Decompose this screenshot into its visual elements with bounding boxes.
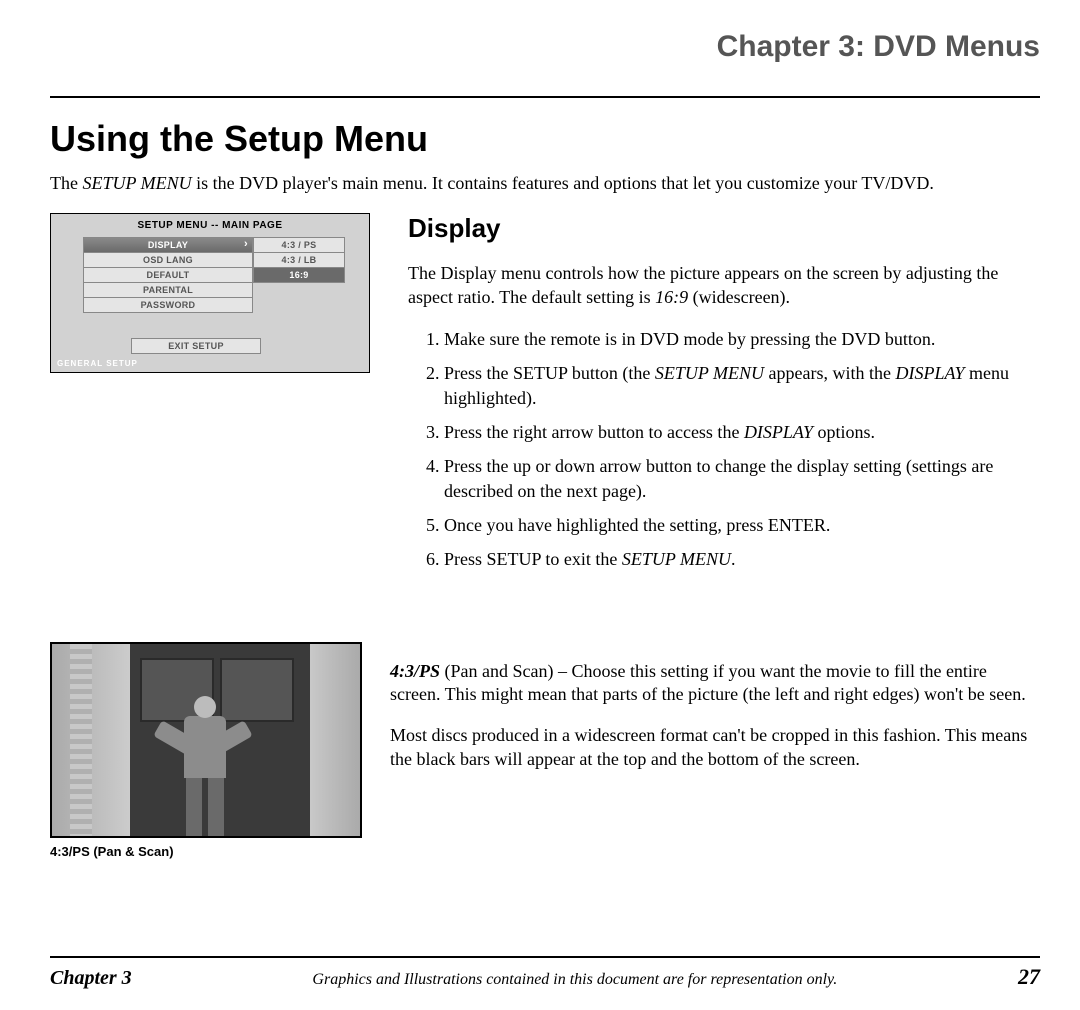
step-5: Once you have highlighted the setting, p… [444,513,1040,537]
pan-scan-caption: 4:3/PS (Pan & Scan) [50,844,362,859]
ps-para-1-em: 4:3/PS [390,661,440,681]
content-row-1: SETUP MENU -- MAIN PAGE DISPLAY OSD LANG… [50,213,1040,581]
intro-em: SETUP MENU [82,173,191,193]
setup-menu-left-col: DISPLAY OSD LANG DEFAULT PARENTAL PASSWO… [83,237,253,353]
ps-para-1: 4:3/PS (Pan and Scan) – Choose this sett… [390,660,1040,707]
step-3-em: DISPLAY [744,422,813,442]
footer-disclaimer: Graphics and Illustrations contained in … [132,971,1018,989]
menu-option-169: 16:9 [253,267,345,283]
step-3-b: options. [813,422,875,442]
footer-page-number: 27 [1018,964,1040,990]
pan-scan-photo [50,642,362,838]
pan-scan-description: 4:3/PS (Pan and Scan) – Choose this sett… [390,642,1040,859]
step-2: Press the SETUP button (the SETUP MENU a… [444,361,1040,410]
step-6-b: . [731,549,736,569]
footer-row: Chapter 3 Graphics and Illustrations con… [50,964,1040,990]
step-6-em: SETUP MENU [622,549,731,569]
content-row-2: 4:3/PS (Pan & Scan) 4:3/PS (Pan and Scan… [50,642,1040,859]
step-1: Make sure the remote is in DVD mode by p… [444,327,1040,351]
menu-item-display: DISPLAY [83,237,253,253]
step-3: Press the right arrow button to access t… [444,420,1040,444]
display-section: Display The Display menu controls how th… [408,213,1040,581]
ps-para-2: Most discs produced in a widescreen form… [390,724,1040,771]
footer-rule [50,956,1040,958]
step-6: Press SETUP to exit the SETUP MENU. [444,547,1040,571]
display-heading: Display [408,213,1040,244]
setup-menu-body: DISPLAY OSD LANG DEFAULT PARENTAL PASSWO… [51,237,369,357]
display-steps: Make sure the remote is in DVD mode by p… [408,327,1040,571]
intro-text-post: is the DVD player's main menu. It contai… [192,173,934,193]
page-footer: Chapter 3 Graphics and Illustrations con… [50,956,1040,990]
display-body-b: (widescreen). [688,287,790,307]
step-3-a: Press the right arrow button to access t… [444,422,744,442]
setup-menu-footer: GENERAL SETUP [51,357,369,372]
intro-text-pre: The [50,173,82,193]
footer-chapter: Chapter 3 [50,967,132,990]
section-intro: The SETUP MENU is the DVD player's main … [50,172,1040,195]
figure-setup-menu: SETUP MENU -- MAIN PAGE DISPLAY OSD LANG… [50,213,380,581]
step-4: Press the up or down arrow button to cha… [444,454,1040,503]
photo-pillar [70,644,92,836]
step-6-a: Press SETUP to exit the [444,549,622,569]
setup-menu-box: SETUP MENU -- MAIN PAGE DISPLAY OSD LANG… [50,213,370,373]
step-2-b: appears, with the [764,363,895,383]
menu-item-default: DEFAULT [83,267,253,283]
display-body-em: 16:9 [655,287,688,307]
menu-option-43lb: 4:3 / LB [253,252,345,268]
menu-item-parental: PARENTAL [83,282,253,298]
header-rule [50,96,1040,98]
section-title: Using the Setup Menu [50,118,1040,160]
setup-menu-title: SETUP MENU -- MAIN PAGE [51,214,369,237]
menu-item-password: PASSWORD [83,297,253,313]
menu-item-exit: EXIT SETUP [131,338,261,354]
step-2-em1: SETUP MENU [655,363,764,383]
photo-person [172,696,234,836]
setup-menu-right-col: 4:3 / PS 4:3 / LB 16:9 [253,237,345,353]
photo-bg-right [304,644,360,836]
step-2-a: Press the SETUP button (the [444,363,655,383]
display-body: The Display menu controls how the pictur… [408,262,1040,309]
menu-option-43ps: 4:3 / PS [253,237,345,253]
manual-page: Chapter 3: DVD Menus Using the Setup Men… [0,0,1080,1010]
chapter-header: Chapter 3: DVD Menus [50,30,1040,68]
figure-pan-scan: 4:3/PS (Pan & Scan) [50,642,362,859]
ps-para-1-text: (Pan and Scan) – Choose this setting if … [390,661,1026,704]
step-2-em2: DISPLAY [895,363,964,383]
menu-item-osd-lang: OSD LANG [83,252,253,268]
